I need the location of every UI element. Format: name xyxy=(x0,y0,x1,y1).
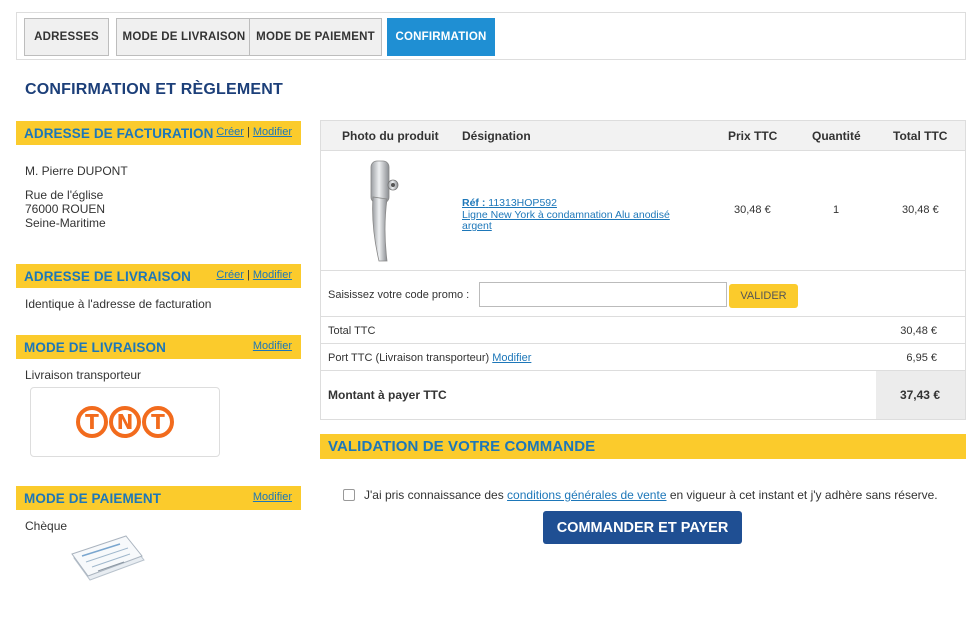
billing-create-link[interactable]: Créer xyxy=(216,126,244,138)
shipping-cost-value: 6,95 € xyxy=(906,352,937,364)
billing-region: Seine-Maritime xyxy=(25,216,106,230)
amount-due-value: 37,43 € xyxy=(899,388,940,402)
promo-row: Saisissez votre code promo : VALIDER xyxy=(321,271,965,317)
tnt-logo: T N T xyxy=(30,387,220,457)
step-adresses[interactable]: ADRESSES xyxy=(24,18,109,56)
validation-header: VALIDATION DE VOTRE COMMANDE xyxy=(320,434,966,459)
validation-title: VALIDATION DE VOTRE COMMANDE xyxy=(328,438,596,455)
header-designation: Désignation xyxy=(462,129,531,143)
cgv-acceptance: J'ai pris connaissance des conditions gé… xyxy=(343,488,958,502)
page-title: CONFIRMATION ET RÈGLEMENT xyxy=(25,81,284,98)
table-row: Réf : 11313HOP592 Ligne New York à conda… xyxy=(321,151,965,271)
shipping-mode-header: MODE DE LIVRAISON Modifier xyxy=(16,335,301,359)
shipping-cost-label-wrap: Port TTC (Livraison transporteur) Modifi… xyxy=(328,352,531,364)
tnt-letter: T xyxy=(76,406,108,438)
billing-address-links: Créer | Modifier xyxy=(216,126,292,138)
billing-street: Rue de l'église xyxy=(25,188,104,202)
shipping-cost-modify-link[interactable]: Modifier xyxy=(492,352,531,364)
billing-modify-link[interactable]: Modifier xyxy=(253,126,292,138)
product-designation: Réf : 11313HOP592 Ligne New York à conda… xyxy=(462,197,692,233)
shipping-cost-row: Port TTC (Livraison transporteur) Modifi… xyxy=(321,344,965,371)
promo-label: Saisissez votre code promo : xyxy=(328,289,470,301)
amount-due-row: Montant à payer TTC 37,43 € xyxy=(321,371,965,419)
shipping-mode-links: Modifier xyxy=(253,340,292,352)
order-table: Photo du produit Désignation Prix TTC Qu… xyxy=(320,120,966,420)
cgv-text-after: en vigueur à cet instant et j'y adhère s… xyxy=(669,488,938,502)
billing-name: M. Pierre DUPONT xyxy=(25,164,128,178)
shipping-separator: | xyxy=(246,269,250,281)
payment-mode-header: MODE DE PAIEMENT Modifier xyxy=(16,486,301,510)
validate-promo-button[interactable]: VALIDER xyxy=(729,284,798,308)
promo-code-input[interactable] xyxy=(479,282,727,307)
billing-city: 76000 ROUEN xyxy=(25,202,106,216)
shipping-mode-modify-link[interactable]: Modifier xyxy=(253,340,292,352)
billing-separator: | xyxy=(246,126,250,138)
billing-address-header: ADRESSE DE FACTURATION Créer | Modifier xyxy=(16,121,301,145)
cgv-link[interactable]: conditions générales de vente xyxy=(507,488,666,502)
product-total: 30,48 € xyxy=(902,204,939,216)
order-and-pay-button[interactable]: COMMANDER ET PAYER xyxy=(543,511,742,544)
cheque-image xyxy=(71,535,145,581)
payment-mode-title: MODE DE PAIEMENT xyxy=(24,490,162,506)
product-ref-link[interactable]: Réf : 11313HOP592 xyxy=(462,197,557,209)
product-ref-label: Réf : xyxy=(462,197,486,209)
step-mode-paiement[interactable]: MODE DE PAIEMENT xyxy=(249,18,382,56)
product-ref: 11313HOP592 xyxy=(488,197,557,209)
step-confirmation[interactable]: CONFIRMATION xyxy=(387,18,495,56)
payment-mode-modify-link[interactable]: Modifier xyxy=(253,491,292,503)
shipping-address-text: Identique à l'adresse de facturation xyxy=(25,297,212,311)
shipping-address-header: ADRESSE DE LIVRAISON Créer | Modifier xyxy=(16,264,301,288)
product-photo xyxy=(370,160,399,262)
product-name-link[interactable]: Ligne New York à condamnation Alu anodis… xyxy=(462,209,670,233)
payment-mode-links: Modifier xyxy=(253,491,292,503)
payment-mode-text: Chèque xyxy=(25,519,68,533)
total-ttc-row: Total TTC 30,48 € xyxy=(321,317,965,344)
shipping-address-links: Créer | Modifier xyxy=(216,269,292,281)
step-mode-livraison[interactable]: MODE DE LIVRAISON xyxy=(116,18,252,56)
header-total: Total TTC xyxy=(893,129,948,143)
table-header-row: Photo du produit Désignation Prix TTC Qu… xyxy=(321,121,965,151)
cgv-text: J'ai pris connaissance des conditions gé… xyxy=(364,488,938,502)
header-photo: Photo du produit xyxy=(342,129,439,143)
product-price: 30,48 € xyxy=(734,204,771,216)
shipping-mode-text: Livraison transporteur xyxy=(25,368,142,382)
header-quantity: Quantité xyxy=(812,129,861,143)
tnt-letter: T xyxy=(142,406,174,438)
total-ttc-value: 30,48 € xyxy=(900,325,937,337)
checkout-steps: ADRESSES MODE DE LIVRAISON MODE DE PAIEM… xyxy=(16,12,966,60)
shipping-cost-label: Port TTC (Livraison transporteur) xyxy=(328,352,490,364)
product-quantity: 1 xyxy=(833,204,840,216)
total-ttc-label: Total TTC xyxy=(328,325,376,337)
header-price: Prix TTC xyxy=(728,129,778,143)
cgv-checkbox[interactable] xyxy=(343,489,355,501)
shipping-modify-link[interactable]: Modifier xyxy=(253,269,292,281)
tnt-letter: N xyxy=(109,406,141,438)
billing-address-title: ADRESSE DE FACTURATION xyxy=(24,125,214,141)
cgv-text-before: J'ai pris connaissance des xyxy=(364,488,504,502)
shipping-create-link[interactable]: Créer xyxy=(216,269,244,281)
shipping-mode-title: MODE DE LIVRAISON xyxy=(24,339,166,355)
amount-due-label: Montant à payer TTC xyxy=(328,388,447,402)
shipping-address-title: ADRESSE DE LIVRAISON xyxy=(24,268,192,284)
